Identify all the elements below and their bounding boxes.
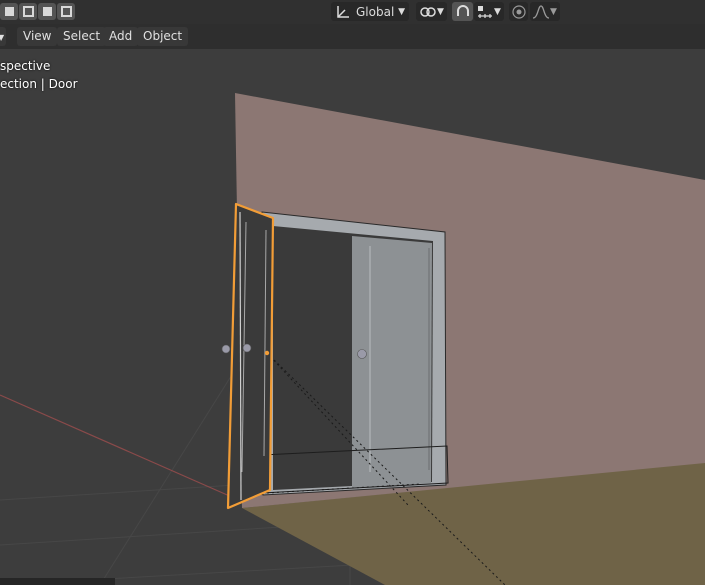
snap-target-dropdown[interactable]: ▼ <box>474 2 504 21</box>
door-knob-right <box>357 349 367 359</box>
menu-select[interactable]: Select <box>57 27 107 46</box>
viewport-header: Global ▼ ▼ ▼ ▼ <box>0 0 705 24</box>
view-perspective-label: spective <box>0 59 51 73</box>
transform-orientation-dropdown[interactable]: Global ▼ <box>331 2 409 21</box>
falloff-dropdown[interactable]: ▼ <box>530 2 560 21</box>
snap-magnet-icon <box>457 4 469 16</box>
select-new-icon[interactable] <box>0 3 18 20</box>
chevron-down-icon: ▼ <box>437 6 444 17</box>
collection-object-label: ection | Door <box>0 77 78 91</box>
falloff-curve-icon <box>532 4 550 19</box>
snap-toggle[interactable] <box>452 2 473 21</box>
scene-canvas[interactable] <box>0 49 705 585</box>
chevron-down-icon: ▼ <box>550 6 557 17</box>
proportional-edit-icon <box>512 4 526 19</box>
selected-door[interactable] <box>221 202 275 510</box>
select-subtract-icon[interactable] <box>38 3 56 20</box>
editor-type-dropdown[interactable]: ▼ <box>0 27 6 46</box>
chevron-down-icon: ▼ <box>398 6 405 17</box>
door-knob-outer <box>221 344 231 354</box>
menu-add[interactable]: Add <box>103 27 139 46</box>
pivot-point-dropdown[interactable]: ▼ <box>416 2 447 21</box>
select-invert-icon[interactable] <box>57 3 75 20</box>
snap-increment-icon <box>478 5 492 18</box>
menu-view[interactable]: View <box>17 27 58 46</box>
door-knob-inner <box>242 343 252 353</box>
3d-viewport[interactable]: spective ection | Door <box>0 49 705 585</box>
proportional-edit-toggle[interactable] <box>509 2 528 21</box>
pivot-link-icon <box>420 6 436 17</box>
orientation-axes-icon <box>337 5 349 18</box>
transform-orientation-label: Global <box>356 4 395 19</box>
chevron-down-icon: ▼ <box>0 33 5 42</box>
status-strip <box>0 578 115 585</box>
door-frame[interactable] <box>261 211 449 496</box>
x-axis-line <box>0 394 251 506</box>
chevron-down-icon: ▼ <box>494 6 501 17</box>
select-extend-icon[interactable] <box>19 3 37 20</box>
object-origin-dot <box>264 350 270 356</box>
menu-object[interactable]: Object <box>137 27 189 46</box>
